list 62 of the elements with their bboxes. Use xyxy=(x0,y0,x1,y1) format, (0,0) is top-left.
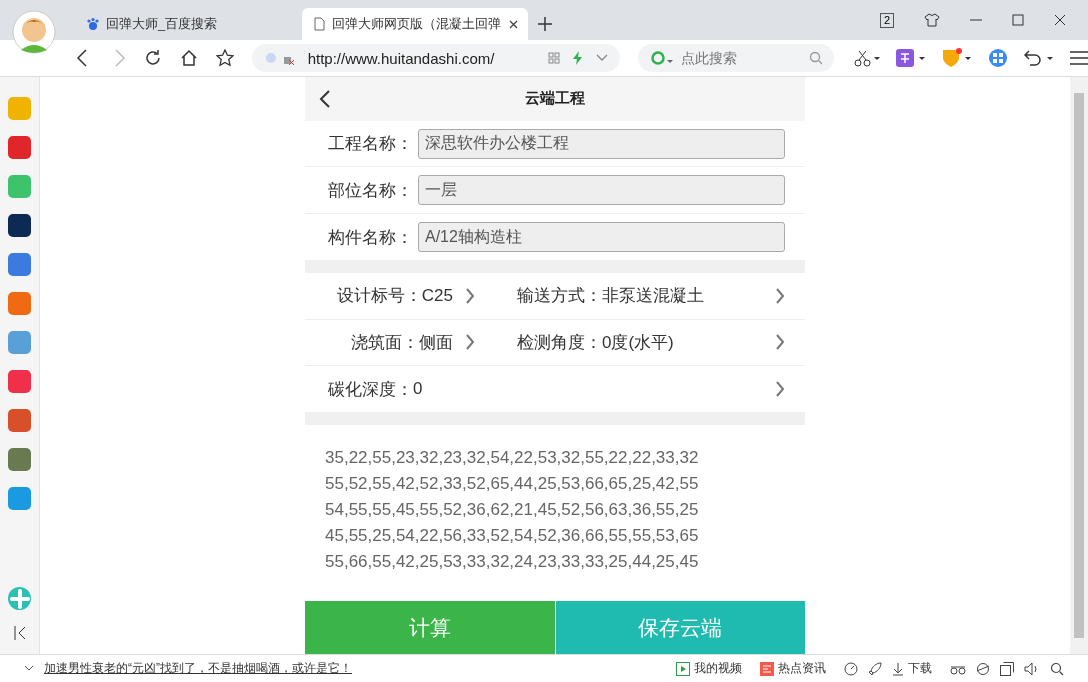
browser-icon[interactable] xyxy=(976,661,990,676)
star-icon[interactable] xyxy=(215,49,234,67)
chevron-right-icon xyxy=(465,287,475,304)
avatar-icon[interactable] xyxy=(12,10,56,54)
hot-news-link[interactable]: 热点资讯 xyxy=(778,660,826,677)
search-icon[interactable] xyxy=(1050,661,1064,676)
input-field[interactable]: A/12轴构造柱 xyxy=(418,222,785,253)
speaker-icon[interactable] xyxy=(1024,661,1040,676)
chevron-down-icon[interactable] xyxy=(24,664,34,673)
chevron-right-icon xyxy=(775,287,785,304)
undo-icon[interactable] xyxy=(1024,48,1054,68)
download-icon[interactable] xyxy=(892,661,904,676)
translate-icon[interactable] xyxy=(896,49,926,67)
home-icon[interactable] xyxy=(179,49,198,67)
maximize-icon[interactable] xyxy=(1012,14,1024,26)
paw-icon xyxy=(86,17,100,31)
address-bar[interactable]: http://www.huitandashi.com/ xyxy=(251,44,620,72)
option-selector[interactable]: 检测角度：0度(水平) xyxy=(487,331,805,354)
news-icon[interactable] xyxy=(760,661,774,676)
field-label: 构件名称： xyxy=(328,226,414,249)
input-field[interactable]: 深思软件办公楼工程 xyxy=(418,128,785,159)
chevron-right-icon xyxy=(775,381,785,398)
search-bar[interactable]: 点此搜索 xyxy=(638,44,834,72)
menu-icon[interactable] xyxy=(1070,51,1088,65)
option-selector[interactable]: 碳化深度：0 xyxy=(305,377,805,401)
shirt-icon[interactable] xyxy=(924,12,940,28)
rocket-icon[interactable] xyxy=(868,661,882,676)
search-field[interactable]: 点此搜索 xyxy=(678,49,803,67)
back-icon[interactable] xyxy=(319,89,331,109)
page-title: 云端工程 xyxy=(525,89,585,109)
security-icon xyxy=(263,51,296,65)
video-link[interactable]: 我的视频 xyxy=(694,660,742,677)
chevron-right-icon xyxy=(465,334,475,351)
field-label: 部位名称： xyxy=(328,179,414,202)
browser-tab[interactable]: 回弹大师_百度搜索 xyxy=(76,8,302,40)
window-icon[interactable] xyxy=(1000,661,1014,676)
chevron-down-icon[interactable] xyxy=(596,54,608,62)
page-icon xyxy=(312,17,326,31)
search-engine-icon[interactable] xyxy=(650,50,673,66)
download-link[interactable]: 下载 xyxy=(908,660,932,677)
option-selector[interactable]: 设计标号：C25 xyxy=(305,284,487,308)
close-icon[interactable] xyxy=(1054,14,1066,26)
back-icon[interactable] xyxy=(76,49,88,67)
collapse-icon[interactable] xyxy=(13,626,26,640)
field-label: 工程名称： xyxy=(328,133,414,156)
play-icon[interactable] xyxy=(676,661,690,676)
readings-text[interactable]: 35,22,55,23,32,23,32,54,22,53,32,55,22,22,33,32 55,52,55,42,52,33,52,65,44,25,53,66,65,25,42,55 54,55,55,45,55,52,36,62,21,45,52,56,63,36,55,25 45,55,25,54,22,56,33,52,54,52,36,66,55,55,53,65 55,66,55,42,25,53,33,32,24,23,33,33,25,44,25,45 xyxy=(305,425,805,602)
coupon-icon[interactable] xyxy=(942,48,972,68)
close-icon[interactable] xyxy=(509,19,518,29)
chevron-right-icon xyxy=(775,334,785,351)
reload-icon[interactable] xyxy=(143,49,162,67)
option-selector[interactable]: 输送方式：非泵送混凝土 xyxy=(487,284,805,308)
input-field[interactable]: 一层 xyxy=(418,175,785,206)
tab-count[interactable]: 2 xyxy=(879,12,894,28)
browser-tab[interactable]: 回弹大师网页版（混凝土回弹 xyxy=(302,8,528,40)
speed-icon[interactable] xyxy=(844,661,858,676)
option-selector[interactable]: 浇筑面：侧面 xyxy=(305,331,487,354)
scrollbar-thumb[interactable] xyxy=(1074,93,1084,638)
lightning-icon[interactable] xyxy=(572,51,584,65)
news-link[interactable]: 加速男性衰老的“元凶”找到了，不是抽烟喝酒，或许是它！ xyxy=(44,660,352,677)
apps-icon[interactable] xyxy=(988,48,1008,68)
scissors-icon[interactable] xyxy=(854,49,880,67)
